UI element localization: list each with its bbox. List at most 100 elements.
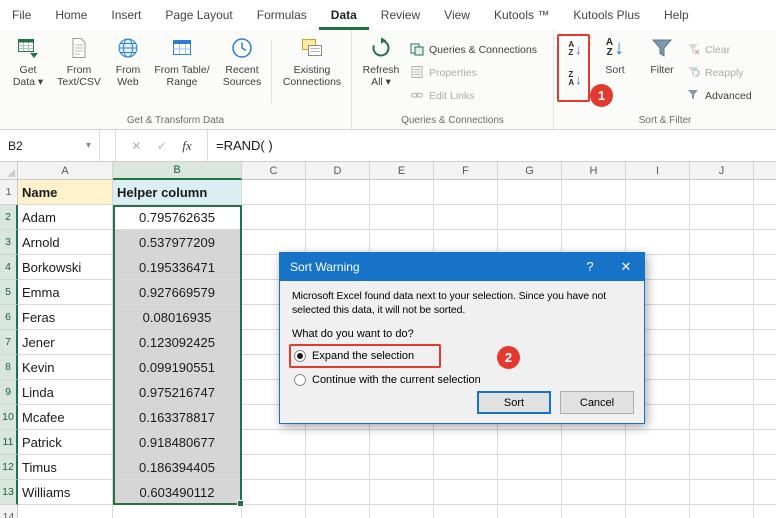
cell-b12[interactable]: 0.186394405	[113, 455, 242, 480]
cell-b1[interactable]: Helper column	[113, 180, 242, 205]
name-box-dropdown-icon[interactable]: ▾	[86, 140, 91, 151]
row-header-13[interactable]: 13	[0, 480, 18, 505]
filter-button[interactable]: Filter	[642, 35, 682, 76]
tab-home[interactable]: Home	[43, 0, 99, 30]
row-header-6[interactable]: 6	[0, 305, 18, 330]
cell-a10[interactable]: Mcafee	[18, 405, 113, 430]
empty-cells-row-11[interactable]	[242, 430, 776, 455]
sort-descending-button[interactable]: ZA ↓	[562, 66, 588, 92]
row-header-4[interactable]: 4	[0, 255, 18, 280]
select-all-corner[interactable]	[0, 162, 18, 180]
row-header-9[interactable]: 9	[0, 380, 18, 405]
tab-view[interactable]: View	[432, 0, 482, 30]
cancel-button[interactable]: Cancel	[560, 391, 634, 414]
cell-a6[interactable]: Feras	[18, 305, 113, 330]
tab-review[interactable]: Review	[369, 0, 432, 30]
tab-file[interactable]: File	[0, 0, 43, 30]
col-header-d[interactable]: D	[306, 162, 370, 180]
empty-cells-row-14[interactable]	[242, 505, 776, 518]
radio-continue-selection[interactable]: Continue with the current selection	[294, 371, 644, 388]
row-header-14[interactable]: 14	[0, 505, 18, 518]
sort-dialog-button[interactable]: AZ ↓ Sort	[592, 35, 638, 77]
tab-insert[interactable]: Insert	[99, 0, 153, 30]
cell-a13[interactable]: Williams	[18, 480, 113, 505]
cell-b7[interactable]: 0.123092425	[113, 330, 242, 355]
row-header-2[interactable]: 2	[0, 205, 18, 230]
cell-b2-active[interactable]: 0.795762635	[113, 205, 242, 230]
cell-b11[interactable]: 0.918480677	[113, 430, 242, 455]
insert-function-icon[interactable]: fx	[182, 138, 191, 154]
existing-connections-button[interactable]: Existing Connections	[276, 35, 348, 88]
tab-kutools[interactable]: Kutools ™	[482, 0, 561, 30]
cell-a12[interactable]: Timus	[18, 455, 113, 480]
dialog-title-bar[interactable]: Sort Warning ? ✕	[280, 253, 644, 281]
cell-b10[interactable]: 0.163378817	[113, 405, 242, 430]
col-header-j[interactable]: J	[690, 162, 754, 180]
row-header-12[interactable]: 12	[0, 455, 18, 480]
cell-b5[interactable]: 0.927669579	[113, 280, 242, 305]
row-header-7[interactable]: 7	[0, 330, 18, 355]
row-header-3[interactable]: 3	[0, 230, 18, 255]
from-table-range-button[interactable]: From Table/ Range	[150, 35, 214, 88]
name-box[interactable]: B2 ▾	[0, 130, 100, 161]
radio-expand-selection[interactable]: Expand the selection	[294, 347, 644, 364]
col-header-e[interactable]: E	[370, 162, 434, 180]
tab-formulas[interactable]: Formulas	[245, 0, 319, 30]
col-header-g[interactable]: G	[498, 162, 562, 180]
cell-a4[interactable]: Borkowski	[18, 255, 113, 280]
radio-button-expand[interactable]	[294, 349, 306, 362]
row-header-1[interactable]: 1	[0, 180, 18, 205]
cell-a7[interactable]: Jener	[18, 330, 113, 355]
edit-links-label: Edit Links	[429, 90, 475, 102]
row-header-10[interactable]: 10	[0, 405, 18, 430]
tab-page-layout[interactable]: Page Layout	[153, 0, 244, 30]
dialog-help-icon[interactable]: ?	[572, 253, 608, 281]
from-text-csv-button[interactable]: From Text/CSV	[52, 35, 106, 88]
sort-confirm-button[interactable]: Sort	[477, 391, 551, 414]
from-web-button[interactable]: From Web	[108, 35, 148, 88]
recent-sources-button[interactable]: Recent Sources	[216, 35, 268, 88]
get-data-button[interactable]: Get Data ▾	[6, 35, 50, 88]
cell-a3[interactable]: Arnold	[18, 230, 113, 255]
col-header-f[interactable]: F	[434, 162, 498, 180]
cell-b6[interactable]: 0.08016935	[113, 305, 242, 330]
tab-data[interactable]: Data	[319, 0, 369, 30]
cell-a8[interactable]: Kevin	[18, 355, 113, 380]
col-header-i[interactable]: I	[626, 162, 690, 180]
dialog-close-icon[interactable]: ✕	[608, 253, 644, 281]
row-header-8[interactable]: 8	[0, 355, 18, 380]
queries-connections-button[interactable]: Queries & Connections	[410, 40, 537, 60]
cell-b8[interactable]: 0.099190551	[113, 355, 242, 380]
recent-sources-icon	[229, 35, 255, 61]
refresh-all-button[interactable]: Refresh All ▾	[356, 35, 406, 88]
cell-b3[interactable]: 0.537977209	[113, 230, 242, 255]
row-header-11[interactable]: 11	[0, 430, 18, 455]
tab-help[interactable]: Help	[652, 0, 701, 30]
col-header-partial[interactable]	[754, 162, 776, 180]
empty-cells-row-13[interactable]	[242, 480, 776, 505]
cell-b4[interactable]: 0.195336471	[113, 255, 242, 280]
row-header-5[interactable]: 5	[0, 280, 18, 305]
empty-cells-row-12[interactable]	[242, 455, 776, 480]
empty-cells-row-1[interactable]	[242, 180, 776, 205]
formula-input[interactable]: =RAND( )	[208, 130, 776, 161]
advanced-button[interactable]: Advanced	[686, 86, 752, 106]
formula-bar-splitter[interactable]	[100, 130, 116, 161]
empty-cells-row-2[interactable]	[242, 205, 776, 230]
cell-a9[interactable]: Linda	[18, 380, 113, 405]
cell-a2[interactable]: Adam	[18, 205, 113, 230]
cell-a11[interactable]: Patrick	[18, 430, 113, 455]
cell-a14[interactable]	[18, 505, 113, 518]
col-header-a[interactable]: A	[18, 162, 113, 180]
cell-b13[interactable]: 0.603490112	[113, 480, 242, 505]
cell-a5[interactable]: Emma	[18, 280, 113, 305]
col-header-h[interactable]: H	[562, 162, 626, 180]
cell-b14[interactable]	[113, 505, 242, 518]
tab-kutools-plus[interactable]: Kutools Plus	[561, 0, 652, 30]
col-header-b[interactable]: B	[113, 162, 242, 180]
cell-b9[interactable]: 0.975216747	[113, 380, 242, 405]
radio-button-continue[interactable]	[294, 373, 306, 386]
cell-a1[interactable]: Name	[18, 180, 113, 205]
col-header-c[interactable]: C	[242, 162, 306, 180]
sort-ascending-button[interactable]: AZ ↓	[562, 36, 588, 62]
